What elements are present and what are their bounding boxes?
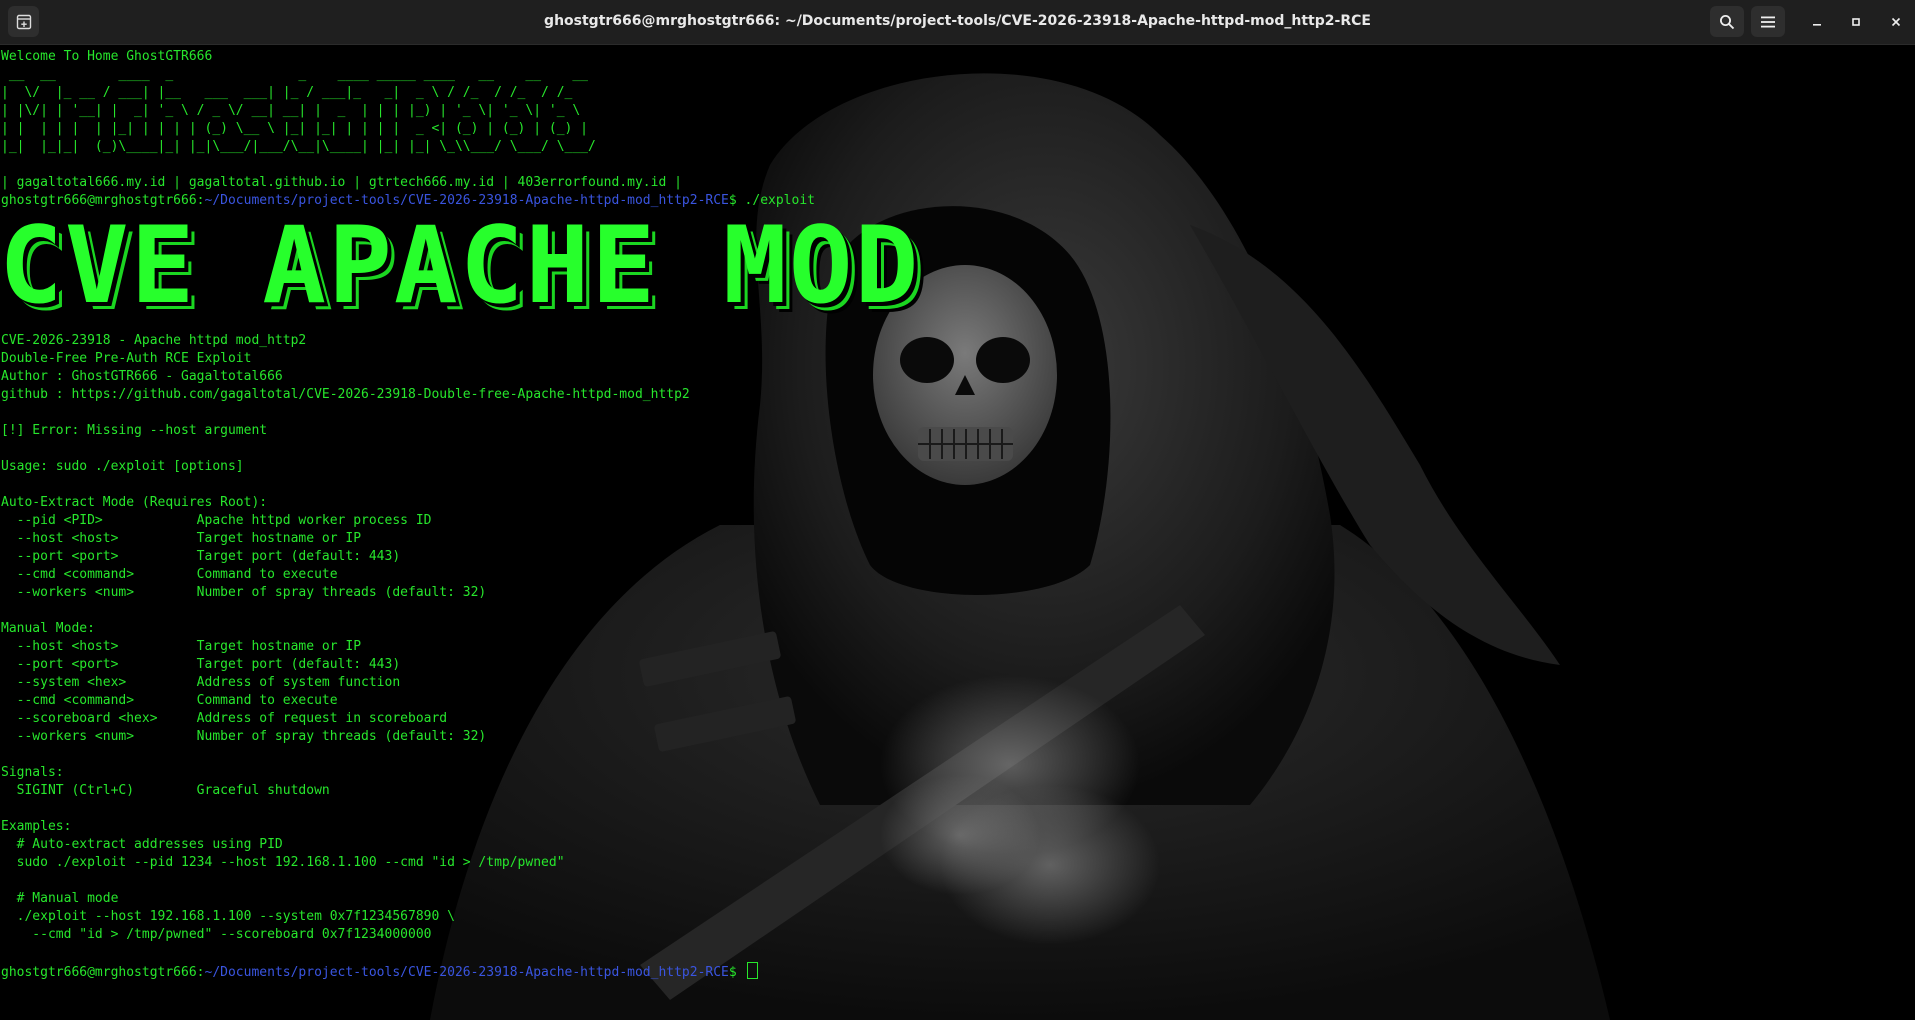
text-cursor[interactable] <box>746 962 758 979</box>
output-line: --system <hex> Address of system functio… <box>1 675 401 690</box>
ascii-art-line: | |\/| | '__| | _| '_ \ / _ \/ __| __| |… <box>1 103 581 118</box>
output-line: --host <host> Target hostname or IP <box>1 531 362 546</box>
output-line: --pid <PID> Apache httpd worker process … <box>1 513 432 528</box>
minimize-icon <box>1813 24 1821 26</box>
maximize-button[interactable] <box>1845 11 1867 33</box>
program-output: CVE-2026-23918 - Apache httpd mod_http2 D… <box>1 332 815 962</box>
hamburger-menu-icon <box>1761 16 1775 27</box>
close-icon <box>1891 17 1901 27</box>
output-line: --port <port> Target port (default: 443) <box>1 549 401 564</box>
output-line: Double-Free Pre-Auth RCE Exploit <box>1 351 252 366</box>
ascii-art-line: |_| |_|_| (_)\____|_| |_|\___/|___/\__|\… <box>1 139 596 154</box>
search-icon <box>1720 14 1735 29</box>
output-line: Usage: sudo ./exploit [options] <box>1 459 244 474</box>
output-line: --cmd "id > /tmp/pwned" --scoreboard 0x7… <box>1 927 432 942</box>
ascii-banner: CVE APACHE MOD <box>0 204 921 327</box>
output-line: github : https://github.com/gagaltotal/C… <box>1 387 690 402</box>
output-line: --cmd <command> Command to execute <box>1 693 338 708</box>
close-button[interactable] <box>1885 11 1907 33</box>
prompt-path: ~/Documents/project-tools/CVE-2026-23918… <box>204 965 729 980</box>
terminal-area[interactable]: Welcome To Home GhostGTR666 __ __ ____ _… <box>0 45 1915 1020</box>
output-line: [!] Error: Missing --host argument <box>1 423 268 438</box>
prompt-separator: : <box>196 965 205 980</box>
window-title: ghostgtr666@mrghostgtr666: ~/Documents/p… <box>544 13 1371 29</box>
output-line: --host <host> Target hostname or IP <box>1 639 362 654</box>
output-line: Author : GhostGTR666 - Gagaltotal666 <box>1 369 283 384</box>
prompt-user: ghostgtr666@mrghostgtr666 <box>1 965 197 980</box>
ascii-art-line: | | | | | | |_| | | | | (_) \__ \ |_| |_… <box>1 121 588 136</box>
output-line: Manual Mode: <box>1 621 95 636</box>
minimize-button[interactable] <box>1806 11 1828 33</box>
output-line: sudo ./exploit --pid 1234 --host 192.168… <box>1 855 565 870</box>
output-line: Examples: <box>1 819 72 834</box>
output-line: --cmd <command> Command to execute <box>1 567 338 582</box>
welcome-line: Welcome To Home GhostGTR666 <box>1 49 213 64</box>
ascii-art-line: | \/ |_ __ / ___| |__ ___ ___| |_ / ___|… <box>1 85 573 100</box>
maximize-icon <box>1852 18 1860 26</box>
ascii-art-line: __ __ ____ _ _ ____ _____ ____ __ __ __ <box>1 67 588 82</box>
output-line: # Auto-extract addresses using PID <box>1 837 283 852</box>
menu-button[interactable] <box>1751 6 1785 37</box>
terminal-output: Welcome To Home GhostGTR666 __ __ ____ _… <box>0 48 918 980</box>
output-line: # Manual mode <box>1 891 119 906</box>
output-line: ./exploit --host 192.168.1.100 --system … <box>1 909 455 924</box>
output-line: SIGINT (Ctrl+C) Graceful shutdown <box>1 783 330 798</box>
links-line: | gagaltotal666.my.id | gagaltotal.githu… <box>1 175 682 190</box>
search-button[interactable] <box>1710 6 1744 37</box>
output-line: Auto-Extract Mode (Requires Root): <box>1 495 268 510</box>
output-line: --scoreboard <hex> Address of request in… <box>1 711 448 726</box>
output-line: CVE-2026-23918 - Apache httpd mod_http2 <box>1 333 307 348</box>
title-bar: ghostgtr666@mrghostgtr666: ~/Documents/p… <box>0 0 1915 45</box>
output-line: --port <port> Target port (default: 443) <box>1 657 401 672</box>
banner-row: CVE APACHE MOD <box>0 204 918 332</box>
output-line: Signals: <box>1 765 64 780</box>
output-line: --workers <num> Number of spray threads … <box>1 585 487 600</box>
prompt-line[interactable]: ghostgtr666@mrghostgtr666:~/Documents/pr… <box>1 962 815 980</box>
prompt-symbol: $ <box>728 965 745 980</box>
output-line: --workers <num> Number of spray threads … <box>1 729 487 744</box>
